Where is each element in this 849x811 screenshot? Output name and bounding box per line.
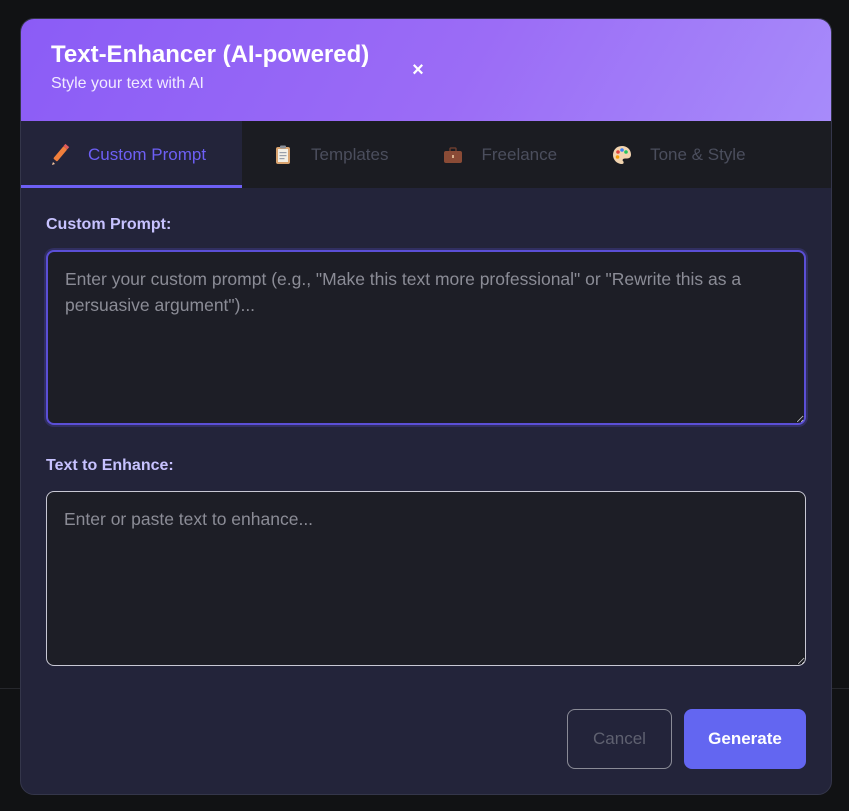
cancel-button[interactable]: Cancel bbox=[567, 709, 672, 769]
tab-tone-style[interactable]: Tone & Style bbox=[583, 121, 771, 188]
dialog-footer: Cancel Generate bbox=[567, 709, 806, 769]
palette-icon bbox=[611, 144, 633, 166]
custom-prompt-label: Custom Prompt: bbox=[46, 216, 172, 233]
dialog-body: Custom Prompt: Text to Enhance: bbox=[21, 188, 831, 666]
dialog-header: Text-Enhancer (AI-powered) Style your te… bbox=[21, 19, 831, 121]
clipboard-icon bbox=[272, 144, 294, 166]
tab-label: Freelance bbox=[481, 144, 558, 164]
custom-prompt-input[interactable] bbox=[46, 250, 806, 425]
close-button[interactable]: × bbox=[409, 59, 427, 81]
dialog-subtitle: Style your text with AI bbox=[51, 75, 204, 92]
tab-freelance[interactable]: Freelance bbox=[414, 121, 583, 188]
tab-bar: Custom Prompt Templates Freelance Tone &… bbox=[21, 121, 831, 188]
tab-label: Custom Prompt bbox=[88, 144, 207, 164]
dialog-title: Text-Enhancer (AI-powered) bbox=[51, 41, 370, 68]
generate-button[interactable]: Generate bbox=[684, 709, 806, 769]
close-icon: × bbox=[412, 59, 424, 81]
briefcase-icon bbox=[442, 144, 464, 166]
tab-label: Tone & Style bbox=[650, 144, 746, 164]
text-enhancer-dialog: Text-Enhancer (AI-powered) Style your te… bbox=[20, 18, 832, 795]
pencil-icon bbox=[49, 143, 71, 166]
tab-label: Templates bbox=[311, 144, 389, 164]
text-to-enhance-label: Text to Enhance: bbox=[46, 457, 174, 474]
text-to-enhance-input[interactable] bbox=[46, 491, 806, 666]
tab-custom-prompt[interactable]: Custom Prompt bbox=[21, 121, 242, 188]
tab-templates[interactable]: Templates bbox=[242, 121, 414, 188]
